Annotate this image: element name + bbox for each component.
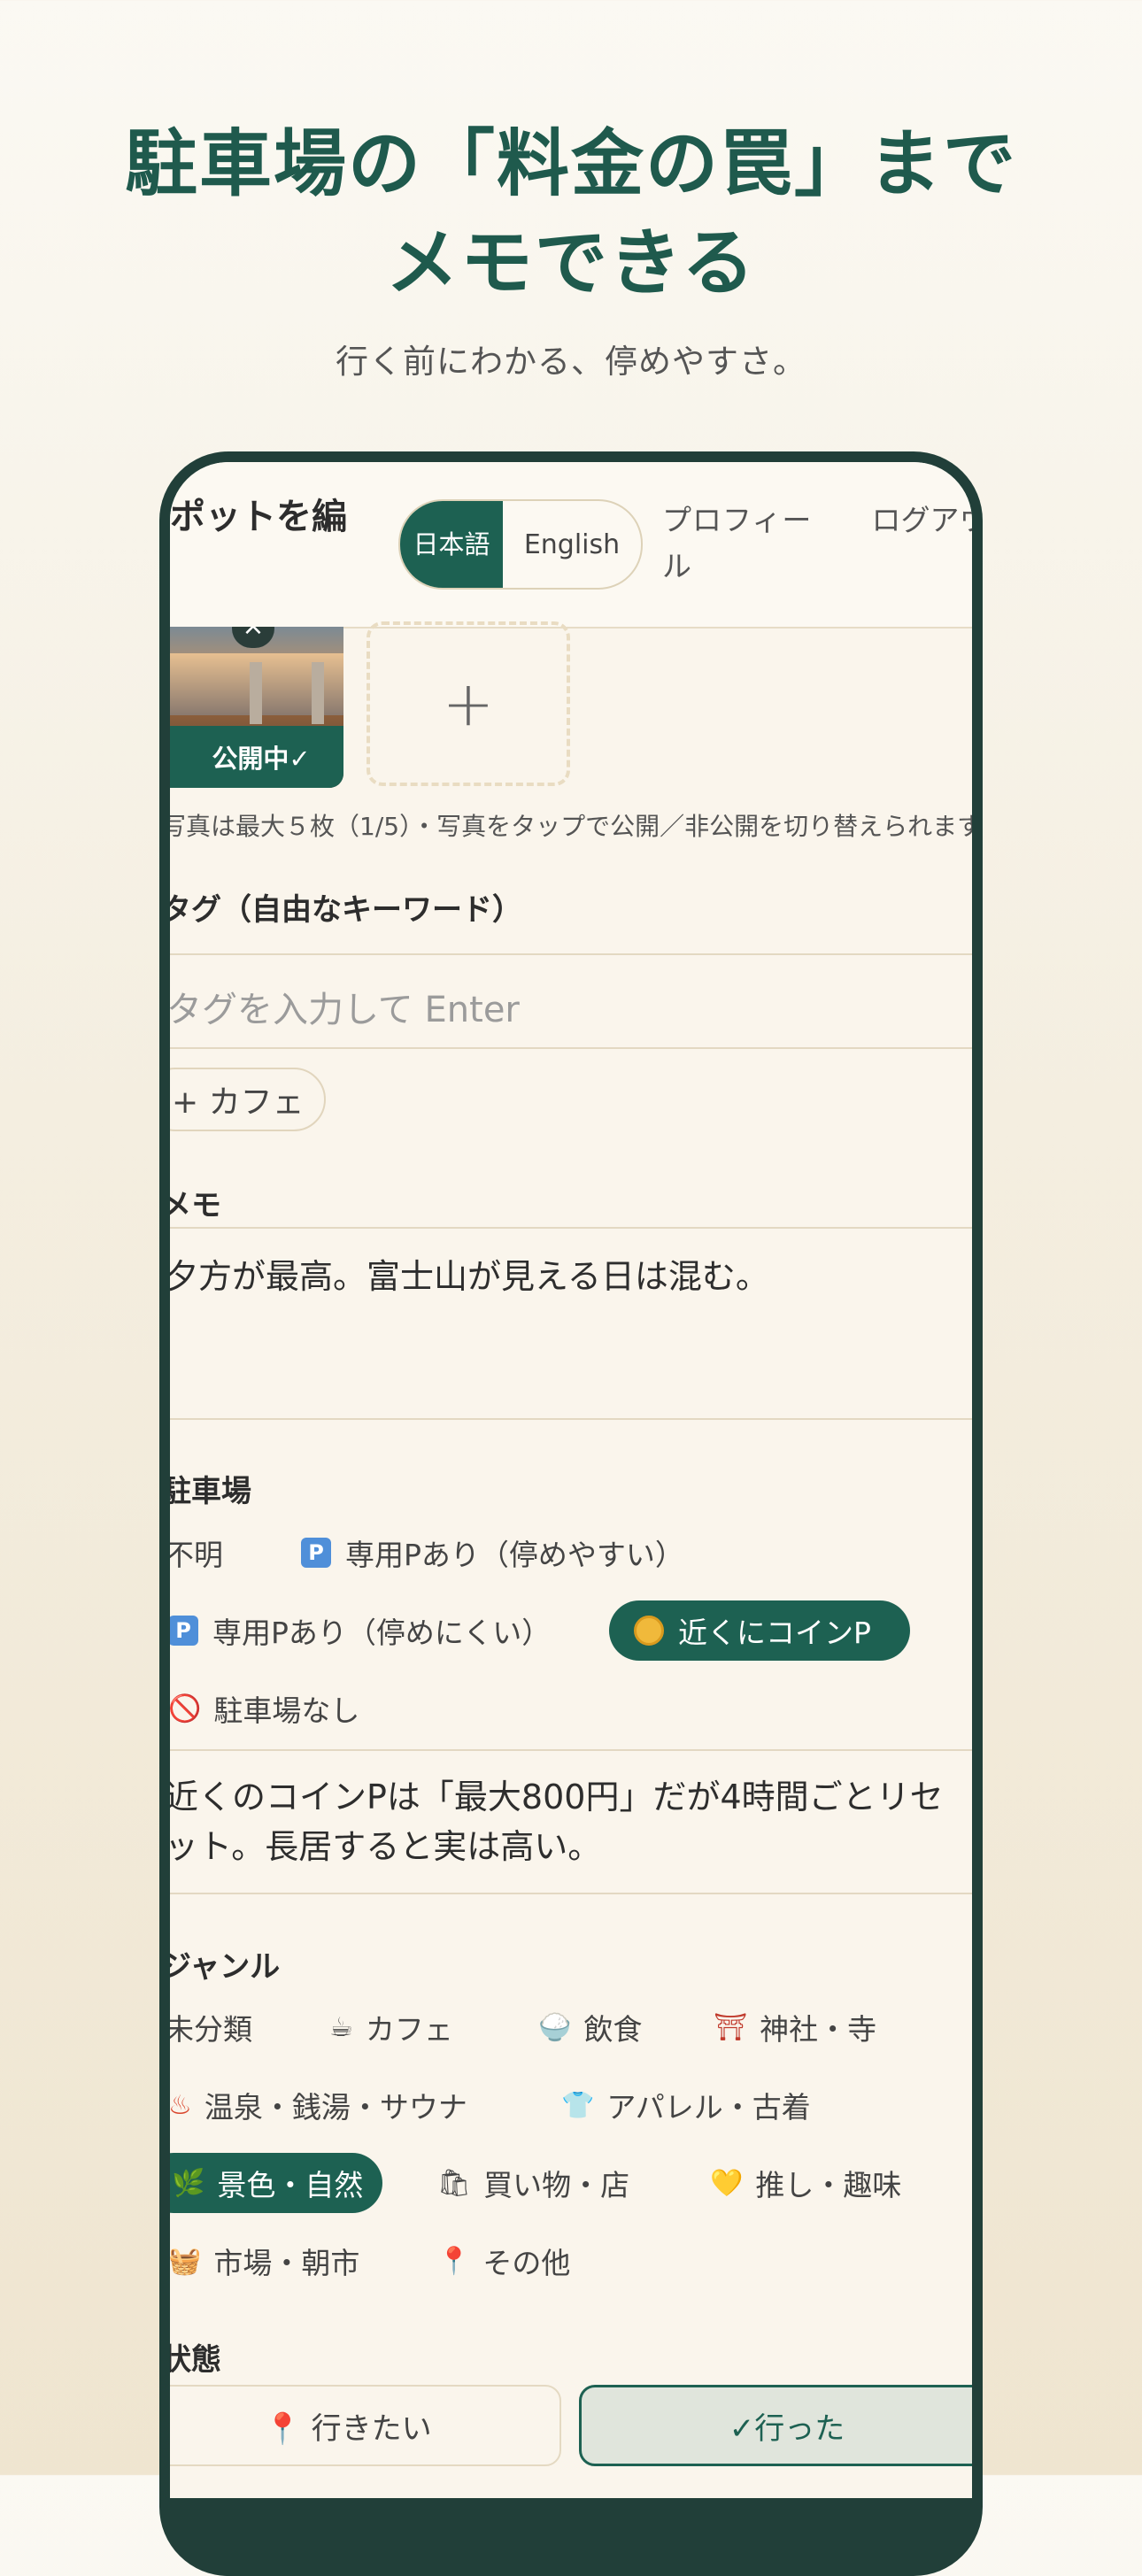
genre-option-onsen[interactable]: ♨ 温泉・銭湯・サウナ (170, 2077, 467, 2133)
photo-delete-icon[interactable]: × (232, 627, 274, 648)
parking-option-easy[interactable]: P 専用Pあり（停めやすい） (301, 1524, 684, 1581)
photo-railing (312, 662, 324, 724)
memo-textarea[interactable]: 夕方が最高。富士山が見える日は混む。 (170, 1252, 961, 1301)
coffee-icon: ☕ (329, 2011, 353, 2043)
genre-option-scenery[interactable]: 🌿 景色・自然 (170, 2153, 382, 2213)
parking-note-textarea[interactable]: 近くのコインPは「最大800円」だが4時間ごとリセット。長居すると実は高い。 (170, 1772, 961, 1871)
divider (170, 1418, 972, 1420)
divider (170, 953, 972, 955)
hero-title: 駐車場の「料金の罠」まで メモできる (0, 115, 1142, 313)
parking-option-coin[interactable]: 近くにコインP (609, 1600, 910, 1661)
parking-icon: P (301, 1538, 331, 1568)
shopping-bag-icon: 🛍 (437, 2167, 472, 2199)
basket-icon: 🧺 (170, 2245, 202, 2277)
photo-hint: 写真は最大５枚（1/5）・写真をタップで公開／非公開を切り替えられます (170, 812, 972, 841)
genre-label: ジャンル (170, 1949, 281, 1985)
top-bar: スポットを編 集 日本語 English プロフィール ログアウト (170, 462, 972, 629)
phone-screen: スポットを編 集 日本語 English プロフィール ログアウト × 公開中✓… (170, 462, 972, 2498)
hero-title-line2: メモできる (385, 221, 757, 305)
genre-option-apparel[interactable]: 👕 アパレル・古着 (561, 2077, 811, 2133)
divider (170, 1749, 972, 1751)
status-want-button[interactable]: 📍 行きたい (170, 2385, 561, 2466)
divider (170, 1893, 972, 1894)
genre-option-shrine[interactable]: ⛩ 神社・寺 (714, 1999, 876, 2055)
tshirt-icon: 👕 (561, 2089, 595, 2121)
tag-suggestion-chip[interactable]: + カフェ (170, 1068, 326, 1131)
divider (170, 1047, 972, 1049)
spot-photo[interactable]: × 公開中✓ (170, 627, 343, 788)
hot-springs-icon: ♨ (170, 2089, 192, 2121)
photo-public-badge[interactable]: 公開中✓ (170, 726, 343, 788)
hero-title-line1: 駐車場の「料金の罠」まで (124, 122, 1017, 206)
coin-icon (634, 1616, 664, 1646)
genre-option-uncategorized[interactable]: 未分類 (170, 1999, 252, 2055)
genre-option-food[interactable]: 🍚 飲食 (538, 1999, 642, 2055)
genre-option-hobby[interactable]: 💛 推し・趣味 (710, 2155, 901, 2211)
memo-label: メモ (170, 1188, 221, 1223)
lang-en-button[interactable]: English (503, 501, 641, 588)
status-label: 状態 (170, 2342, 221, 2378)
torii-icon: ⛩ (714, 2011, 748, 2043)
genre-option-market[interactable]: 🧺 市場・朝市 (170, 2233, 359, 2289)
no-entry-icon: 🚫 (170, 1693, 202, 1724)
genre-option-shopping[interactable]: 🛍 買い物・店 (437, 2155, 629, 2211)
parking-label: 駐車場 (170, 1474, 251, 1509)
parking-icon: P (170, 1616, 198, 1646)
genre-option-cafe[interactable]: ☕ カフェ (329, 1999, 453, 2055)
status-visited-button[interactable]: ✓行った (579, 2385, 972, 2466)
nav-logout-link[interactable]: ログアウト (869, 497, 973, 544)
add-photo-button[interactable]: + (367, 621, 570, 786)
hero-subtitle: 行く前にわかる、停めやすさ。 (336, 343, 806, 381)
tags-label: タグ（自由なキーワード） (170, 892, 522, 928)
heart-icon: 💛 (710, 2167, 744, 2199)
pin-icon: 📍 (437, 2245, 471, 2277)
tag-input[interactable]: タグを入力して Enter (170, 981, 520, 1032)
herb-icon: 🌿 (172, 2167, 205, 2199)
parking-option-unknown[interactable]: 不明 (170, 1524, 223, 1581)
language-toggle: 日本語 English (398, 499, 643, 590)
parking-option-hard[interactable]: P 専用Pあり（停めにくい） (170, 1602, 551, 1659)
page-title: スポットを編 集 (170, 497, 347, 537)
genre-option-other[interactable]: 📍 その他 (437, 2233, 570, 2289)
rice-bowl-icon: 🍚 (538, 2011, 572, 2043)
divider (170, 1227, 972, 1229)
lang-ja-button[interactable]: 日本語 (400, 501, 503, 588)
nav-profile-link[interactable]: プロフィール (662, 497, 830, 590)
parking-option-none[interactable]: 🚫 駐車場なし (170, 1680, 359, 1737)
photo-railing (250, 662, 262, 724)
